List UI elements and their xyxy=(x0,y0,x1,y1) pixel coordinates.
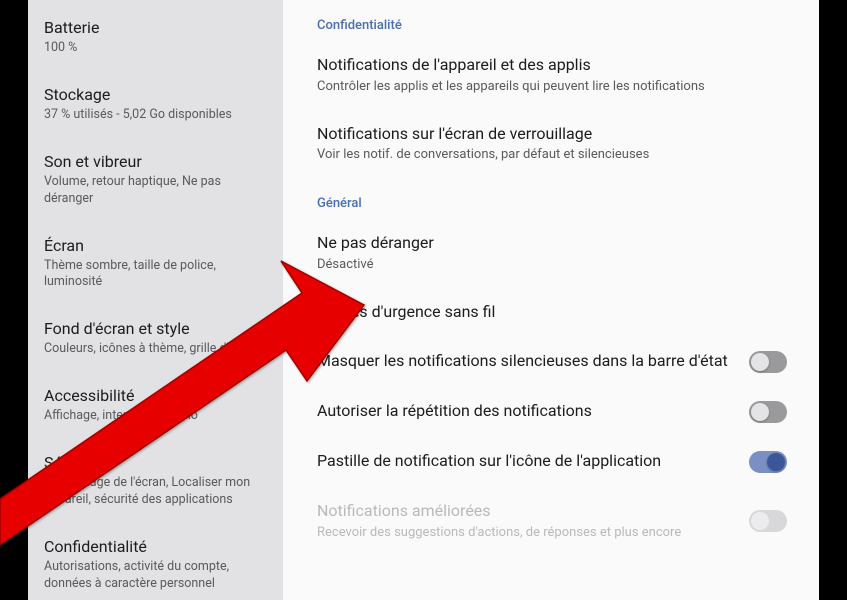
row-subtitle: Voir les notif. de conversations, par dé… xyxy=(317,147,771,164)
sidebar-item-subtitle: 37 % utilisés - 5,02 Go disponibles xyxy=(44,107,267,124)
screen: Batterie 100 % Stockage 37 % utilisés - … xyxy=(28,0,819,600)
sidebar-item-subtitle: Autorisations, activité du compte, donné… xyxy=(44,559,267,593)
sidebar-item-security[interactable]: Sécurité Verrouillage de l'écran, Locali… xyxy=(28,439,283,523)
sidebar-item-title: Batterie xyxy=(44,18,267,37)
sidebar-item-subtitle: 100 % xyxy=(44,40,267,57)
row-title: Notifications sur l'écran de verrouillag… xyxy=(317,124,771,145)
row-title: Notifications améliorées xyxy=(317,501,733,522)
section-header-privacy: Confidentialité xyxy=(317,0,787,41)
sidebar-item-subtitle: Volume, retour haptique, Ne pas déranger xyxy=(44,174,267,208)
sidebar-item-title: Confidentialité xyxy=(44,537,267,556)
toggle-allow-repeat[interactable] xyxy=(749,401,787,423)
sidebar-item-title: Écran xyxy=(44,236,267,255)
row-subtitle: Désactivé xyxy=(317,257,771,274)
sidebar-item-title: Stockage xyxy=(44,85,267,104)
sidebar-item-display[interactable]: Écran Thème sombre, taille de police, lu… xyxy=(28,222,283,306)
row-enhanced-notifications: Notifications améliorées Recevoir des su… xyxy=(317,487,787,556)
section-header-general: Général xyxy=(317,178,787,219)
row-allow-repeat-notifications[interactable]: Autoriser la répétition des notification… xyxy=(317,387,787,437)
row-do-not-disturb[interactable]: Ne pas déranger Désactivé xyxy=(317,219,787,288)
toggle-enhanced-notifications xyxy=(749,510,787,532)
row-title: Notifications de l'appareil et des appli… xyxy=(317,55,771,76)
sidebar-item-title: Accessibilité xyxy=(44,386,267,405)
sidebar-item-subtitle: Verrouillage de l'écran, Localiser mon a… xyxy=(44,475,267,509)
sidebar-item-title: Fond d'écran et style xyxy=(44,319,267,338)
row-title: Ne pas déranger xyxy=(317,233,771,254)
sidebar-item-title: Son et vibreur xyxy=(44,152,267,171)
row-hide-silent-notifications[interactable]: Masquer les notifications silencieuses d… xyxy=(317,337,787,387)
row-title: Masquer les notifications silencieuses d… xyxy=(317,351,733,372)
sidebar-item-wallpaper[interactable]: Fond d'écran et style Couleurs, icônes à… xyxy=(28,305,283,372)
sidebar-item-storage[interactable]: Stockage 37 % utilisés - 5,02 Go disponi… xyxy=(28,71,283,138)
row-subtitle: Contrôler les applis et les appareils qu… xyxy=(317,79,771,96)
toggle-hide-silent[interactable] xyxy=(749,351,787,373)
row-subtitle: Recevoir des suggestions d'actions, de r… xyxy=(317,525,733,542)
row-title: Autoriser la répétition des notification… xyxy=(317,401,733,422)
row-notification-badge[interactable]: Pastille de notification sur l'icône de … xyxy=(317,437,787,487)
sidebar-item-battery[interactable]: Batterie 100 % xyxy=(28,4,283,71)
row-title: Alertes d'urgence sans fil xyxy=(317,302,771,323)
sidebar-item-sound[interactable]: Son et vibreur Volume, retour haptique, … xyxy=(28,138,283,222)
main-panel: Confidentialité Notifications de l'appar… xyxy=(283,0,819,600)
row-wireless-emergency-alerts[interactable]: Alertes d'urgence sans fil xyxy=(317,288,787,337)
row-lockscreen-notifications[interactable]: Notifications sur l'écran de verrouillag… xyxy=(317,110,787,179)
settings-sidebar: Batterie 100 % Stockage 37 % utilisés - … xyxy=(28,0,283,600)
toggle-notification-badge[interactable] xyxy=(749,451,787,473)
sidebar-item-accessibility[interactable]: Accessibilité Affichage, interaction, au… xyxy=(28,372,283,439)
row-title: Pastille de notification sur l'icône de … xyxy=(317,451,733,472)
sidebar-item-privacy[interactable]: Confidentialité Autorisations, activité … xyxy=(28,523,283,600)
sidebar-item-subtitle: Affichage, interaction, audio xyxy=(44,408,267,425)
sidebar-item-title: Sécurité xyxy=(44,453,267,472)
device-frame: Batterie 100 % Stockage 37 % utilisés - … xyxy=(0,0,847,600)
sidebar-item-subtitle: Thème sombre, taille de police, luminosi… xyxy=(44,258,267,292)
row-device-app-notifications[interactable]: Notifications de l'appareil et des appli… xyxy=(317,41,787,110)
sidebar-item-subtitle: Couleurs, icônes à thème, grille d'appli… xyxy=(44,341,267,358)
